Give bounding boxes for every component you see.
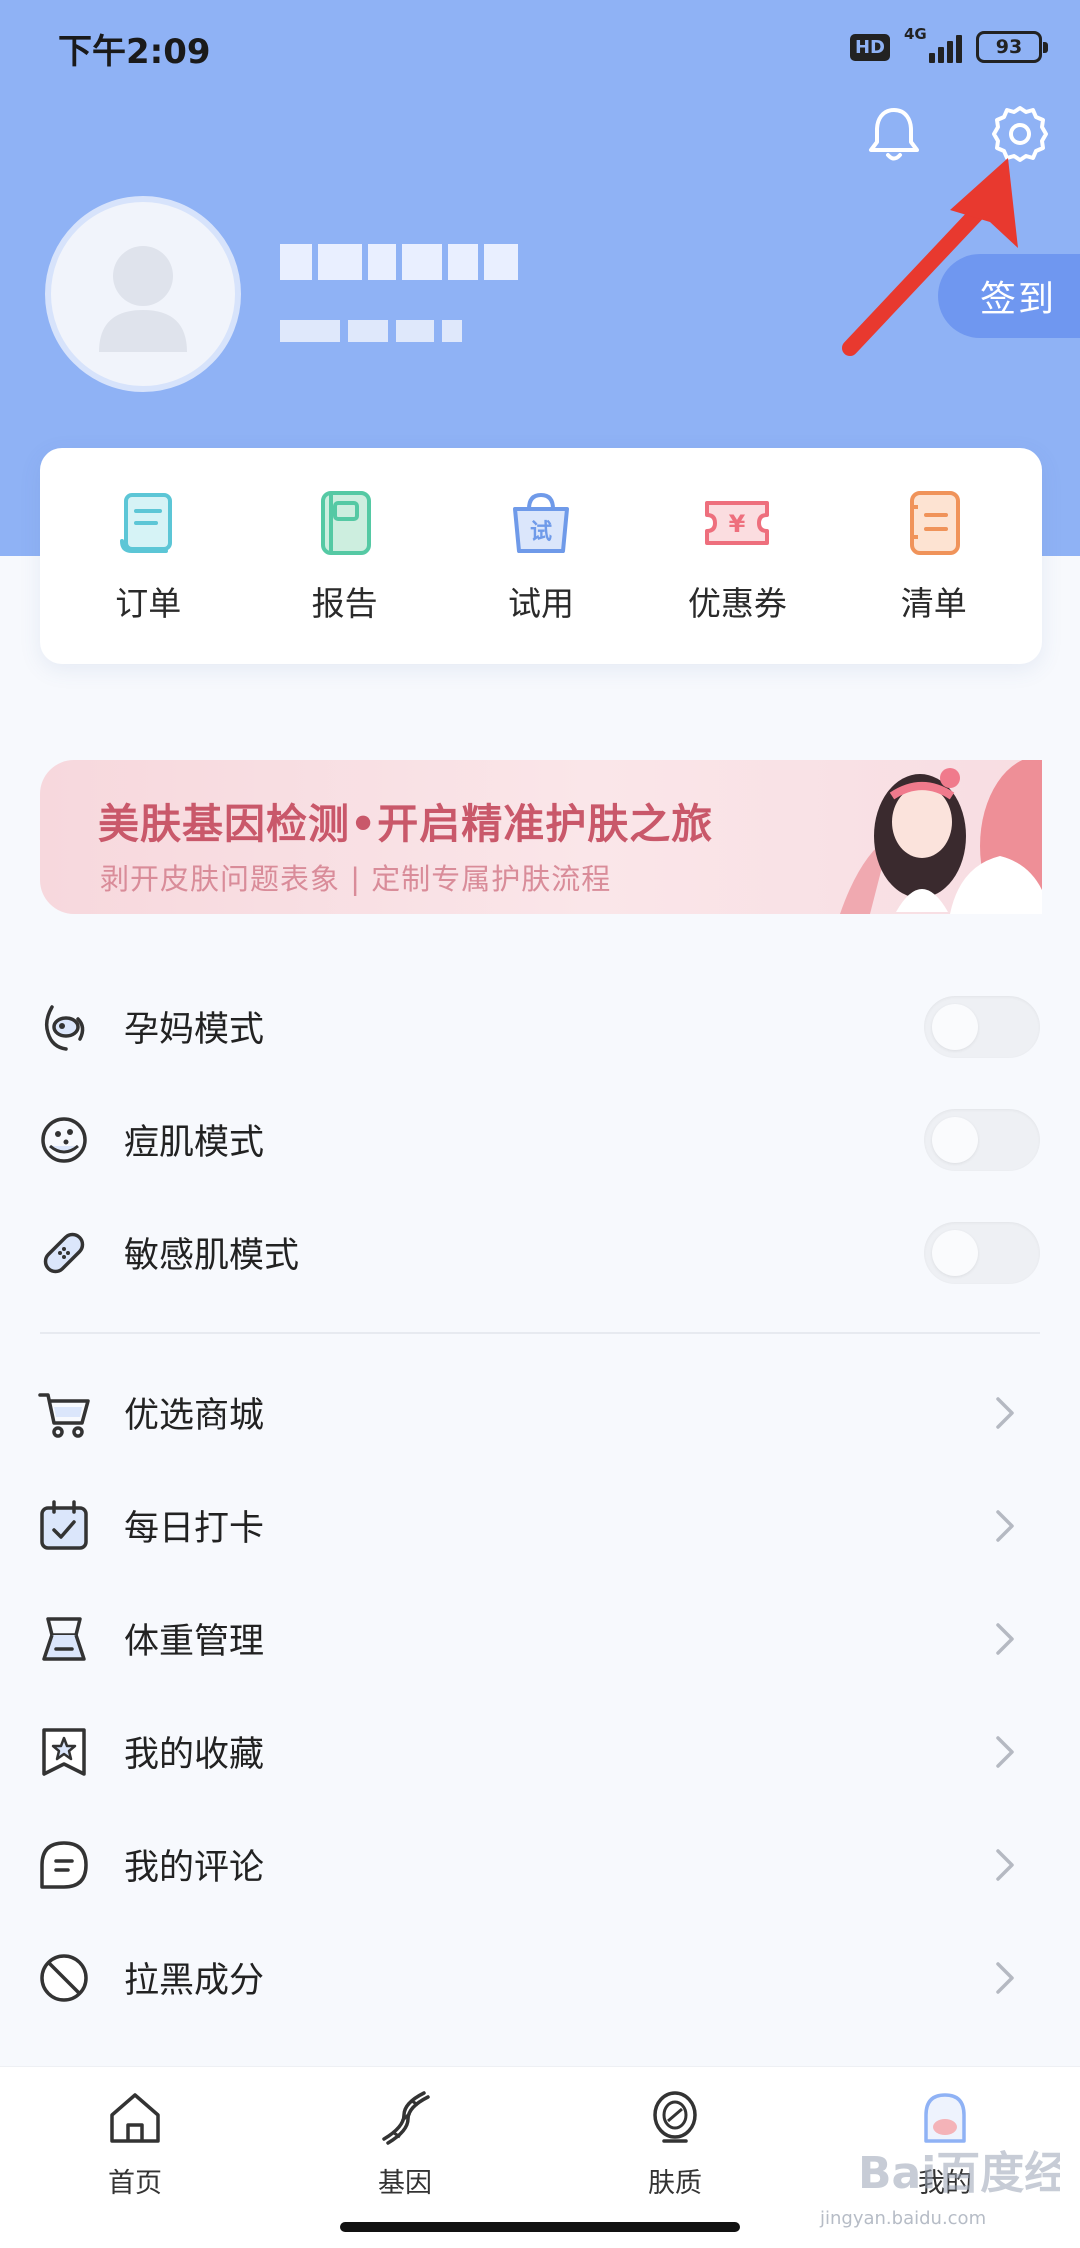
menu-item-label: 每日打卡 — [124, 1509, 265, 1549]
status-bar: 下午2:09 HD 4G 93 — [0, 0, 1080, 96]
chevron-right-icon — [996, 1509, 1014, 1542]
mode-row-sensitive[interactable]: 敏感肌模式 — [0, 1196, 1080, 1309]
chevron-right-icon — [996, 1396, 1014, 1429]
signal-icon: 4G — [904, 25, 962, 65]
skin-icon — [653, 2091, 697, 2143]
menu-item-label: 拉黑成分 — [124, 1961, 265, 2001]
quick-action-label: 清单 — [900, 584, 967, 623]
menu-item-mall[interactable]: 优选商城 — [0, 1356, 1080, 1469]
mode-label: 孕妈模式 — [124, 1010, 265, 1050]
trial-bag-icon: 试 — [512, 492, 569, 553]
order-icon — [120, 493, 173, 553]
quick-action-reports[interactable]: 报告 — [255, 487, 435, 625]
quick-actions-card: 订单 报告 试 试用 ¥ 优惠券 清单 — [40, 448, 1042, 664]
status-indicators: HD 4G 93 — [849, 25, 1048, 66]
tab-skin[interactable]: 肤质 — [600, 2087, 750, 2200]
menu-item-label: 我的收藏 — [124, 1735, 265, 1775]
pregnancy-mode-toggle[interactable] — [924, 995, 1040, 1058]
watermark-logo-icon: Bai百度经验 — [858, 2148, 1060, 2199]
sensitive-mode-toggle[interactable] — [924, 1221, 1040, 1284]
menu-item-weight[interactable]: 体重管理 — [0, 1582, 1080, 1695]
mode-label: 痘肌模式 — [124, 1123, 265, 1163]
watermark-brand: Bai百度经验 — [858, 2148, 1060, 2199]
network-type: 4G — [904, 25, 927, 43]
quick-action-list[interactable]: 清单 — [844, 487, 1024, 625]
status-time: 下午2:09 — [58, 32, 211, 72]
pregnant-icon — [44, 1004, 85, 1051]
menu-item-favorites[interactable]: 我的收藏 — [0, 1695, 1080, 1808]
mode-label: 敏感肌模式 — [124, 1236, 300, 1276]
home-icon — [110, 2093, 160, 2143]
bandage-icon — [43, 1232, 85, 1273]
menu-item-label: 体重管理 — [124, 1622, 265, 1662]
menu-list: 优选商城 每日打卡 体重管理 我的收藏 我的评论 拉黑成分 — [0, 1356, 1080, 2034]
mode-row-pregnancy[interactable]: 孕妈模式 — [0, 970, 1080, 1083]
tab-label: 基因 — [378, 2168, 432, 2199]
menu-item-label: 优选商城 — [124, 1396, 265, 1436]
quick-action-trial[interactable]: 试 试用 — [451, 487, 631, 625]
menu-item-comments[interactable]: 我的评论 — [0, 1808, 1080, 1921]
menu-item-blocked-ingredients[interactable]: 拉黑成分 — [0, 1921, 1080, 2034]
chevron-right-icon — [996, 1848, 1014, 1881]
acne-face-icon — [41, 1116, 87, 1163]
gene-test-banner[interactable]: 美肤基因检测•开启精准护肤之旅 剥开皮肤问题表象 | 定制专属护肤流程 — [40, 760, 1042, 914]
bookmark-star-icon — [42, 1727, 86, 1776]
comment-icon — [40, 1840, 88, 1889]
coupon-icon: ¥ — [705, 501, 770, 545]
banner-subtitle: 剥开皮肤问题表象 | 定制专属护肤流程 — [100, 862, 612, 896]
home-indicator — [340, 2222, 740, 2232]
acne-mode-toggle[interactable] — [924, 1108, 1040, 1171]
quick-action-label: 报告 — [311, 584, 378, 623]
avatar[interactable] — [45, 196, 241, 392]
section-divider — [40, 1332, 1040, 1334]
dna-icon — [382, 2091, 430, 2145]
quick-action-coupons[interactable]: ¥ 优惠券 — [647, 487, 827, 625]
tab-home[interactable]: 首页 — [60, 2087, 210, 2200]
watermark-url: jingyan.baidu.com — [820, 2208, 987, 2229]
checkin-button[interactable]: 签到 — [938, 254, 1080, 338]
menu-item-label: 我的评论 — [124, 1848, 265, 1888]
banner-illustration-icon — [840, 760, 1042, 914]
cart-icon — [38, 1392, 90, 1438]
scale-icon — [42, 1616, 86, 1661]
quick-action-orders[interactable]: 订单 — [58, 487, 238, 625]
menu-item-checkin[interactable]: 每日打卡 — [0, 1469, 1080, 1582]
trial-glyph: 试 — [530, 520, 552, 545]
battery-level: 93 — [995, 36, 1023, 58]
quick-action-label: 优惠券 — [687, 584, 787, 623]
battery-icon: 93 — [976, 31, 1048, 63]
report-icon — [320, 491, 371, 555]
user-id-redacted — [280, 320, 462, 342]
banner-title: 美肤基因检测•开启精准护肤之旅 — [98, 800, 714, 848]
chevron-right-icon — [996, 1622, 1014, 1655]
calendar-check-icon — [40, 1499, 88, 1550]
block-icon — [40, 1953, 88, 2002]
list-icon — [909, 491, 960, 555]
mode-row-acne[interactable]: 痘肌模式 — [0, 1083, 1080, 1196]
quick-action-label: 订单 — [115, 584, 182, 623]
tab-label: 肤质 — [648, 2168, 702, 2199]
mode-toggle-list: 孕妈模式 痘肌模式 敏感肌模式 — [0, 970, 1080, 1309]
hd-badge: HD — [849, 33, 890, 61]
chevron-right-icon — [996, 1961, 1014, 1994]
chevron-right-icon — [996, 1735, 1014, 1768]
tab-label: 首页 — [108, 2168, 162, 2199]
tab-gene[interactable]: 基因 — [330, 2087, 480, 2200]
coupon-glyph: ¥ — [729, 510, 746, 538]
username-redacted — [280, 244, 518, 280]
quick-action-label: 试用 — [507, 584, 574, 623]
